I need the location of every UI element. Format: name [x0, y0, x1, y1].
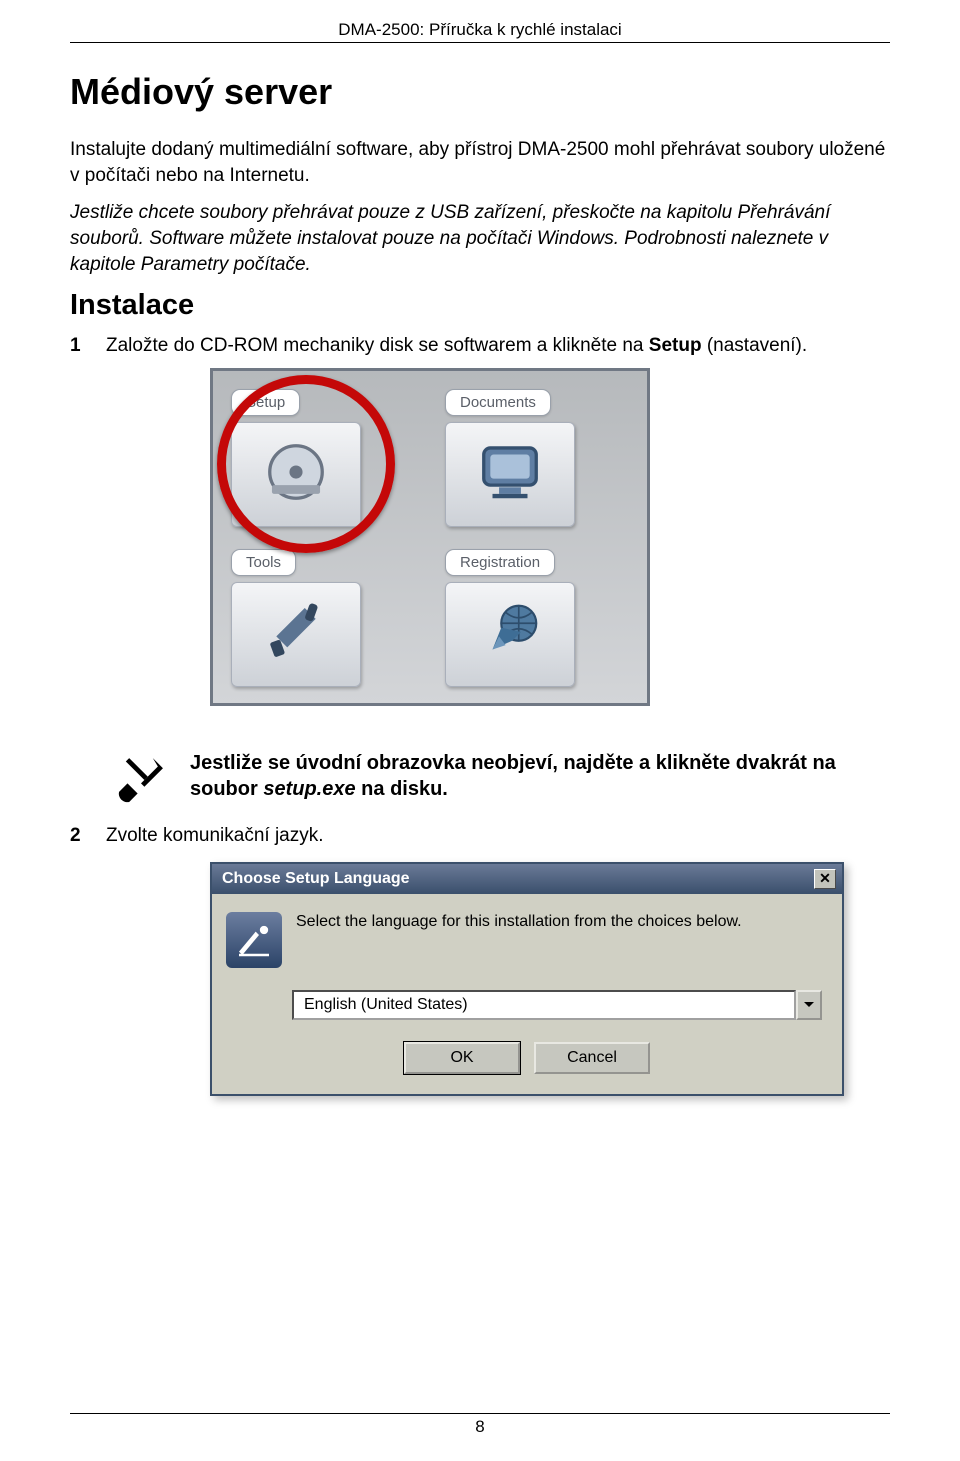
monitor-documents-icon	[475, 437, 545, 512]
close-icon: ✕	[819, 870, 831, 887]
tools-button-label: Tools	[231, 549, 296, 576]
page-footer: 8	[70, 1413, 890, 1437]
cd-autorun-menu: Setup Documents Tools	[210, 368, 650, 706]
cancel-button[interactable]: Cancel	[534, 1042, 650, 1074]
dialog-title: Choose Setup Language	[222, 870, 410, 888]
language-dropdown-button[interactable]	[796, 990, 822, 1020]
page-number: 8	[475, 1417, 484, 1436]
dialog-body-text: Select the language for this installatio…	[296, 912, 822, 968]
intro-paragraph-1: Instalujte dodaný multimediální software…	[70, 137, 890, 188]
globe-arrow-icon	[475, 597, 545, 672]
step-1-text: Založte do CD-ROM mechaniky disk se soft…	[106, 334, 807, 358]
installer-logo-icon	[226, 912, 282, 968]
dialog-close-button[interactable]: ✕	[814, 869, 836, 889]
registration-button-label: Registration	[445, 549, 555, 576]
note-callout: Jestliže se úvodní obrazovka neobjeví, n…	[114, 750, 890, 810]
red-circle-highlight	[217, 375, 395, 553]
intro-paragraph-2: Jestliže chcete soubory přehrávat pouze …	[70, 200, 890, 277]
section-heading-instalace: Instalace	[70, 289, 890, 322]
step-1: 1 Založte do CD-ROM mechaniky disk se so…	[70, 334, 890, 358]
note-text: Jestliže se úvodní obrazovka neobjeví, n…	[190, 750, 890, 802]
step-2-text: Zvolte komunikační jazyk.	[106, 824, 324, 848]
step-1-number: 1	[70, 334, 88, 358]
chevron-down-icon	[803, 996, 815, 1014]
page-title: Médiový server	[70, 71, 890, 113]
ok-button[interactable]: OK	[404, 1042, 520, 1074]
dialog-titlebar: Choose Setup Language ✕	[212, 864, 842, 894]
choose-language-dialog: Choose Setup Language ✕ Select the langu…	[210, 862, 844, 1096]
documents-button-label: Documents	[445, 389, 551, 416]
documents-button[interactable]	[445, 422, 575, 527]
language-select[interactable]: English (United States)	[292, 990, 822, 1020]
registration-button[interactable]	[445, 582, 575, 687]
step-2: 2 Zvolte komunikační jazyk.	[70, 824, 890, 848]
step-2-number: 2	[70, 824, 88, 848]
page-header: DMA-2500: Příručka k rychlé instalaci	[70, 20, 890, 43]
note-wrench-icon	[114, 750, 168, 810]
language-select-value[interactable]: English (United States)	[292, 990, 796, 1020]
wrench-screwdriver-icon	[261, 597, 331, 672]
tools-button[interactable]	[231, 582, 361, 687]
